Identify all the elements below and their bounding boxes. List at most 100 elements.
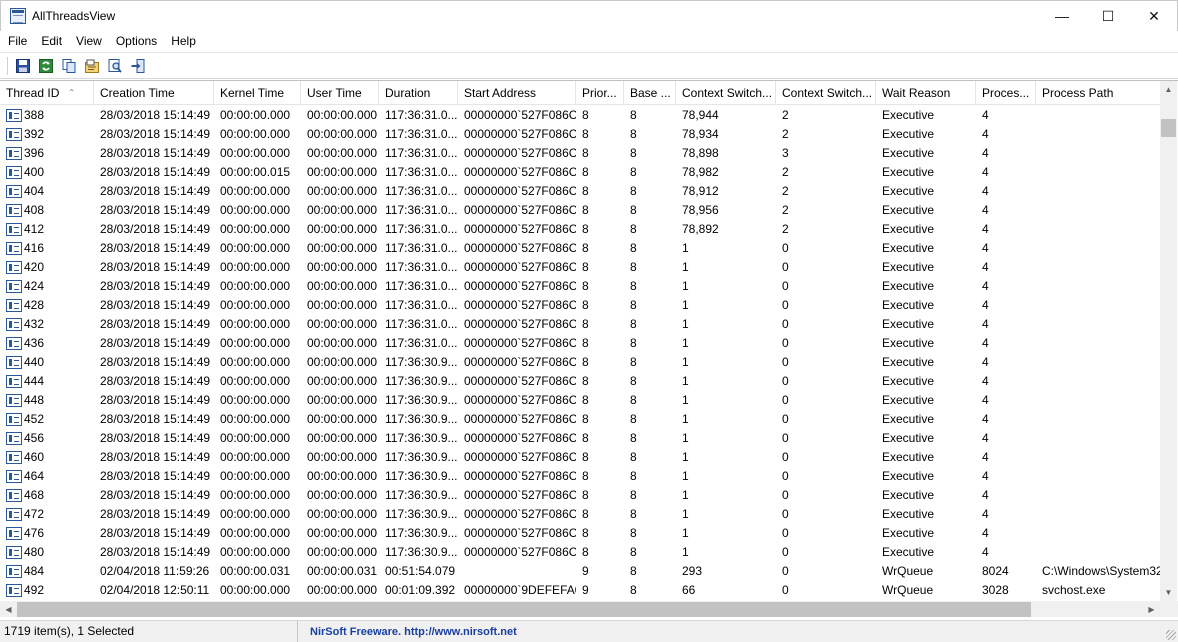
exit-button[interactable] — [126, 55, 149, 77]
column-header-user-time[interactable]: User Time — [301, 81, 379, 105]
menu-help[interactable]: Help — [164, 31, 203, 51]
table-row[interactable]: 460 28/03/2018 15:14:49 00:00:00.000 00:00:… — [0, 448, 1160, 467]
maximize-button[interactable]: ☐ — [1085, 1, 1131, 31]
cell-wait-reason: Executive — [882, 374, 935, 388]
column-header-context-switches[interactable]: Context Switch... — [676, 81, 776, 105]
cell-process-path — [1036, 524, 1160, 543]
table-row[interactable]: 484 02/04/2018 11:59:26 00:00:00.031 00:00:… — [0, 562, 1160, 581]
cell-thread-id: 452 — [0, 410, 94, 429]
properties-button[interactable] — [80, 55, 103, 77]
save-button[interactable] — [11, 55, 34, 77]
thread-id-text: 404 — [24, 184, 45, 198]
thread-icon — [6, 147, 22, 160]
cell-start-address: 00000000`527F086C — [464, 412, 576, 426]
menu-options[interactable]: Options — [109, 31, 164, 51]
window-title: AllThreadsView — [32, 9, 116, 23]
cell-process-path — [1036, 486, 1160, 505]
table-row[interactable]: 456 28/03/2018 15:14:49 00:00:00.000 00:00:… — [0, 429, 1160, 448]
table-row[interactable]: 416 28/03/2018 15:14:49 00:00:00.000 00:00:… — [0, 239, 1160, 258]
thread-id-text: 400 — [24, 165, 45, 179]
close-button[interactable]: ✕ — [1131, 1, 1177, 31]
table-row[interactable]: 440 28/03/2018 15:14:49 00:00:00.000 00:00:… — [0, 353, 1160, 372]
minimize-button[interactable]: — — [1039, 1, 1085, 31]
cell-duration: 117:36:31.0... — [385, 108, 458, 122]
horizontal-scroll-thumb[interactable] — [17, 602, 1031, 617]
table-row[interactable]: 432 28/03/2018 15:14:49 00:00:00.000 00:00:… — [0, 315, 1160, 334]
thread-icon — [6, 109, 22, 122]
vertical-scrollbar[interactable]: ▲ ▼ — [1160, 81, 1177, 601]
cell-user-time: 00:00:00.000 — [307, 203, 378, 217]
table-row[interactable]: 436 28/03/2018 15:14:49 00:00:00.000 00:00:… — [0, 334, 1160, 353]
table-row[interactable]: 392 28/03/2018 15:14:49 00:00:00.000 00:00:… — [0, 125, 1160, 144]
cell-process-path — [1036, 391, 1160, 410]
column-header-creation-time[interactable]: Creation Time — [94, 81, 214, 105]
cell-thread-id: 396 — [0, 144, 94, 163]
column-header-process-id[interactable]: Proces... — [976, 81, 1036, 105]
table-row[interactable]: 452 28/03/2018 15:14:49 00:00:00.000 00:00:… — [0, 410, 1160, 429]
cell-duration: 117:36:31.0... — [385, 222, 458, 236]
scroll-right-icon[interactable]: ▶ — [1143, 601, 1160, 617]
vertical-scroll-thumb[interactable] — [1161, 119, 1176, 137]
column-header-thread-id[interactable]: Thread ID ⌃ — [0, 81, 94, 105]
horizontal-scrollbar[interactable]: ◀ ▶ — [0, 601, 1160, 617]
table-row[interactable]: 408 28/03/2018 15:14:49 00:00:00.000 00:00:… — [0, 201, 1160, 220]
cell-base-priority: 8 — [630, 127, 637, 141]
table-row[interactable]: 388 28/03/2018 15:14:49 00:00:00.000 00:00:… — [0, 106, 1160, 125]
column-header-wait-reason[interactable]: Wait Reason — [876, 81, 976, 105]
copy-button[interactable] — [57, 55, 80, 77]
column-header-start-address[interactable]: Start Address — [458, 81, 576, 105]
scroll-left-icon[interactable]: ◀ — [0, 601, 17, 617]
table-row[interactable]: 424 28/03/2018 15:14:49 00:00:00.000 00:00:… — [0, 277, 1160, 296]
cell-context-switches: 66 — [682, 583, 696, 597]
menu-view[interactable]: View — [69, 31, 109, 51]
app-icon — [10, 8, 26, 24]
cell-priority: 8 — [582, 393, 589, 407]
thread-id-text: 412 — [24, 222, 45, 236]
cell-process-id: 4 — [982, 241, 989, 255]
table-row[interactable]: 404 28/03/2018 15:14:49 00:00:00.000 00:00:… — [0, 182, 1160, 201]
table-row[interactable]: 472 28/03/2018 15:14:49 00:00:00.000 00:00:… — [0, 505, 1160, 524]
resize-grip-icon[interactable] — [1166, 630, 1176, 640]
table-row[interactable]: 428 28/03/2018 15:14:49 00:00:00.000 00:00:… — [0, 296, 1160, 315]
table-row[interactable]: 400 28/03/2018 15:14:49 00:00:00.015 00:00:… — [0, 163, 1160, 182]
thread-list[interactable]: Thread ID ⌃ Creation Time Kernel Time Use… — [0, 80, 1178, 617]
table-row[interactable]: 396 28/03/2018 15:14:49 00:00:00.000 00:00:… — [0, 144, 1160, 163]
menu-edit[interactable]: Edit — [34, 31, 69, 51]
table-row[interactable]: 464 28/03/2018 15:14:49 00:00:00.000 00:00:… — [0, 467, 1160, 486]
nirsoft-link[interactable]: NirSoft Freeware. http://www.nirsoft.net — [298, 622, 517, 642]
cell-base-priority: 8 — [630, 507, 637, 521]
table-row[interactable]: 420 28/03/2018 15:14:49 00:00:00.000 00:00:… — [0, 258, 1160, 277]
column-header-process-path[interactable]: Process Path — [1036, 81, 1160, 105]
column-header-priority[interactable]: Prior... — [576, 81, 624, 105]
table-row[interactable]: 480 28/03/2018 15:14:49 00:00:00.000 00:00:… — [0, 543, 1160, 562]
find-button[interactable] — [103, 55, 126, 77]
table-row[interactable]: 444 28/03/2018 15:14:49 00:00:00.000 00:00:… — [0, 372, 1160, 391]
cell-creation-time: 28/03/2018 15:14:49 — [100, 279, 211, 293]
scroll-up-icon[interactable]: ▲ — [1160, 81, 1177, 98]
menu-file[interactable]: File — [0, 31, 34, 51]
cell-base-priority: 8 — [630, 203, 637, 217]
column-header-base-priority[interactable]: Base ... — [624, 81, 676, 105]
table-row[interactable]: 476 28/03/2018 15:14:49 00:00:00.000 00:00:… — [0, 524, 1160, 543]
cell-creation-time: 28/03/2018 15:14:49 — [100, 260, 211, 274]
thread-id-text: 408 — [24, 203, 45, 217]
cell-thread-id: 420 — [0, 258, 94, 277]
cell-priority: 8 — [582, 222, 589, 236]
table-row[interactable]: 412 28/03/2018 15:14:49 00:00:00.000 00:00:… — [0, 220, 1160, 239]
column-header-context-switches-change[interactable]: Context Switch... — [776, 81, 876, 105]
cell-wait-reason: Executive — [882, 165, 935, 179]
column-header-duration[interactable]: Duration — [379, 81, 458, 105]
cell-duration: 117:36:31.0... — [385, 165, 458, 179]
refresh-button[interactable] — [34, 55, 57, 77]
cell-start-address: 00000000`527F086C — [464, 317, 576, 331]
thread-id-text: 440 — [24, 355, 45, 369]
menu-bar: File Edit View Options Help — [0, 31, 1178, 51]
cell-wait-reason: Executive — [882, 336, 935, 350]
table-row[interactable]: 468 28/03/2018 15:14:49 00:00:00.000 00:00:… — [0, 486, 1160, 505]
scroll-down-icon[interactable]: ▼ — [1160, 584, 1177, 601]
column-header-kernel-time[interactable]: Kernel Time — [214, 81, 301, 105]
table-row[interactable]: 492 02/04/2018 12:50:11 00:00:00.000 00:00:… — [0, 581, 1160, 600]
cell-context-switches-change: 2 — [782, 127, 789, 141]
table-row[interactable]: 448 28/03/2018 15:14:49 00:00:00.000 00:00:… — [0, 391, 1160, 410]
cell-duration: 117:36:30.9... — [385, 545, 458, 559]
